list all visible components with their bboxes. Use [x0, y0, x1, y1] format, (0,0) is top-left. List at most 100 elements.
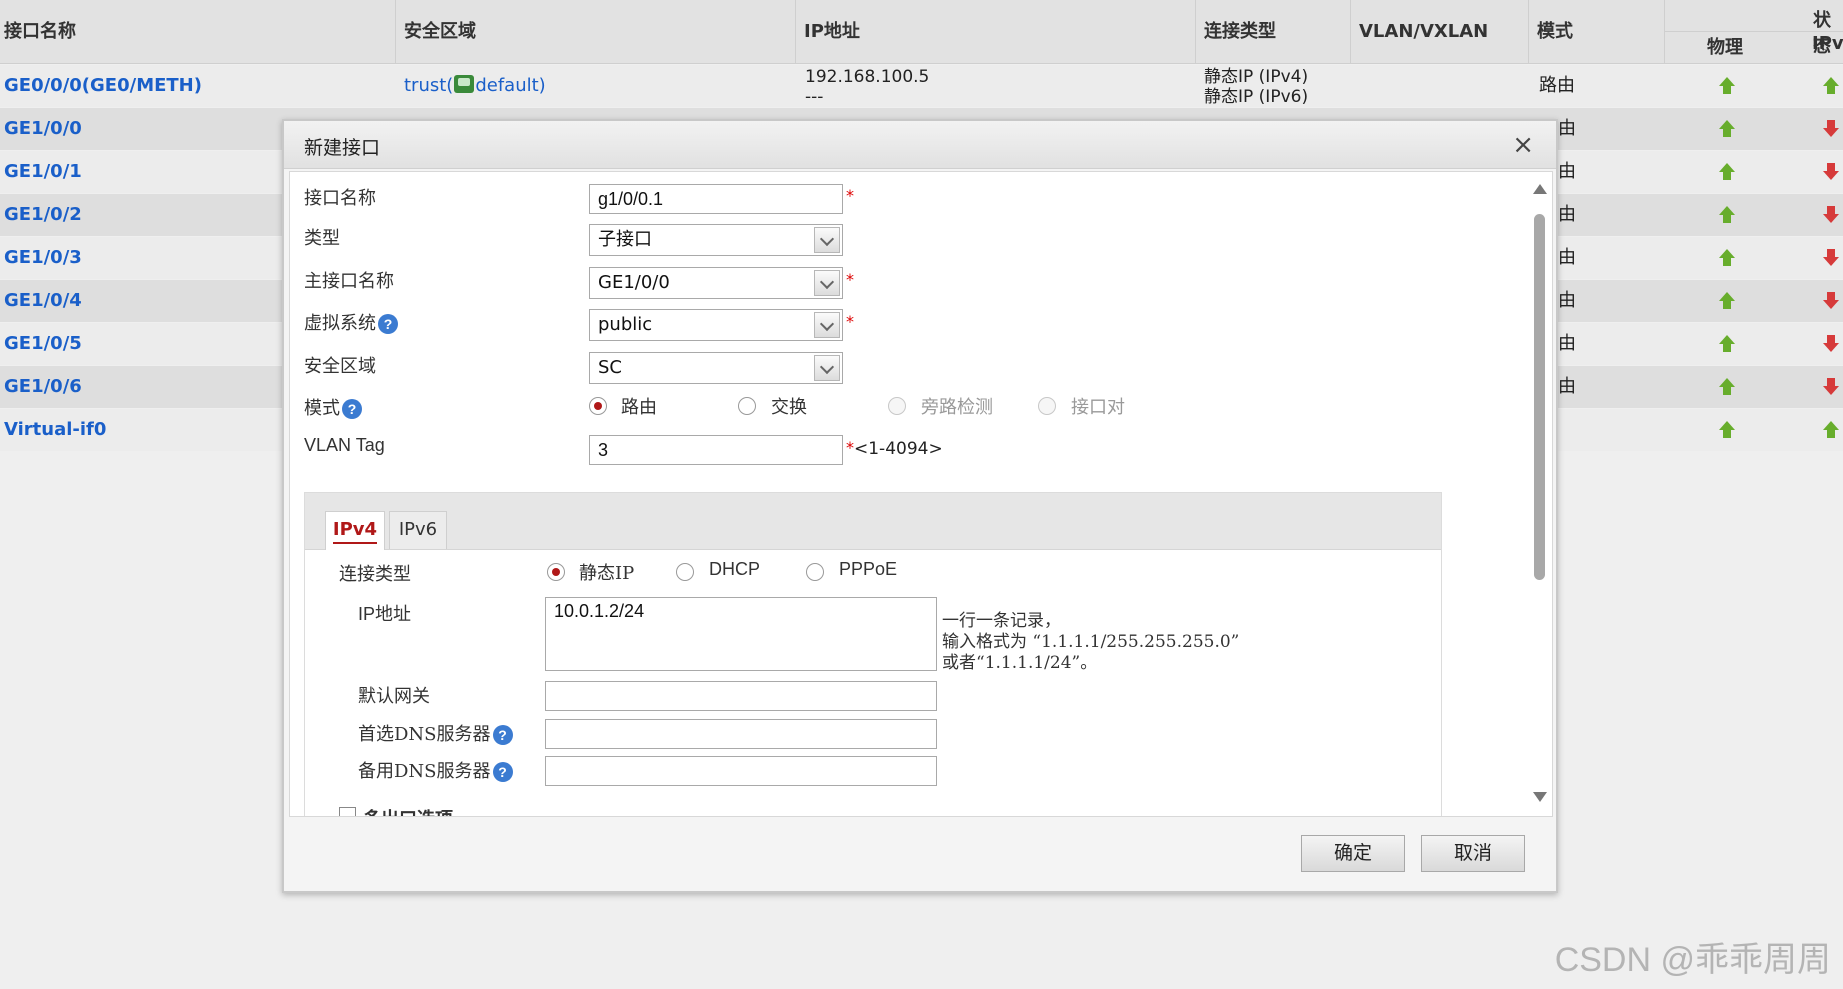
tab-ipv6[interactable]: IPv6 — [389, 511, 447, 549]
mode-route-label[interactable]: 路由 — [621, 393, 657, 419]
col-conn-header[interactable]: 连接类型 — [1195, 0, 1276, 63]
mode-bypass-label: 旁路检测 — [921, 397, 993, 418]
ipv4-down-icon — [1822, 206, 1840, 224]
new-interface-dialog: 新建接口 × 接口名称 g1/0/0.1 * 类型 子接口 主接口名称 GE1/… — [282, 119, 1558, 893]
secondary-dns-label: 备用DNS服务器? — [358, 757, 513, 783]
virtual-system-select[interactable]: public — [589, 309, 843, 341]
dialog-scrollbar[interactable] — [1531, 178, 1547, 810]
close-icon[interactable]: × — [1512, 130, 1534, 160]
col-ip-header[interactable]: IP地址 — [795, 0, 860, 63]
interface-name-link[interactable]: GE1/0/3 — [4, 237, 82, 279]
dialog-title: 新建接口 — [304, 137, 381, 159]
chevron-down-icon[interactable] — [814, 355, 840, 381]
ip-address-cell: 192.168.100.5 --- — [805, 67, 929, 107]
security-zone-select[interactable]: SC — [589, 352, 843, 384]
ipv4-down-icon — [1822, 120, 1840, 138]
conn-pppoe-label[interactable]: PPPoE — [839, 559, 897, 580]
interface-name-link[interactable]: GE0/0/0(GE0/METH) — [4, 65, 202, 107]
dialog-titlebar[interactable]: 新建接口 × — [284, 121, 1556, 169]
col-name-header[interactable]: 接口名称 — [4, 0, 76, 63]
chevron-down-icon[interactable] — [814, 270, 840, 296]
ip-address-textarea[interactable]: 10.0.1.2/24 — [545, 597, 937, 671]
interface-name-link[interactable]: GE1/0/5 — [4, 323, 82, 365]
virtual-system-label: 虚拟系统? — [304, 309, 398, 335]
csdn-watermark: CSDN @乖乖周周 — [1554, 941, 1831, 979]
col-vlan-header[interactable]: VLAN/VXLAN — [1350, 0, 1488, 63]
conn-static-label[interactable]: 静态IP — [579, 559, 634, 585]
interface-name-link[interactable]: GE1/0/0 — [4, 108, 82, 150]
scroll-thumb[interactable] — [1534, 214, 1545, 580]
interface-name-link[interactable]: GE1/0/2 — [4, 194, 82, 236]
multi-egress-checkbox[interactable] — [339, 807, 356, 816]
cancel-button[interactable]: 取消 — [1421, 835, 1525, 872]
conn-dhcp-radio[interactable] — [676, 563, 694, 581]
help-icon[interactable]: ? — [492, 725, 513, 745]
ipv4-down-icon — [1822, 292, 1840, 310]
multi-egress-label[interactable]: 多出口选项 — [363, 805, 453, 816]
ip-hint-line3: 或者“1.1.1.1/24”。 — [942, 653, 1098, 673]
ipv4-down-icon — [1822, 378, 1840, 396]
physical-up-icon — [1718, 421, 1736, 439]
mode-cell: 由 — [1558, 161, 1576, 182]
parent-interface-value: GE1/0/0 — [598, 272, 670, 293]
secondary-dns-input[interactable] — [545, 756, 937, 786]
type-label: 类型 — [304, 228, 340, 249]
parent-interface-label: 主接口名称 — [304, 271, 394, 292]
physical-up-icon — [1718, 206, 1736, 224]
required-mark: * — [846, 186, 854, 205]
interface-name-link[interactable]: GE1/0/6 — [4, 366, 82, 408]
tab-bar: IPv4 IPv6 — [305, 493, 1441, 550]
ip-hint-line1: 一行一条记录， — [942, 611, 1061, 631]
table-row[interactable]: GE0/0/0(GE0/METH) trust( default) 192.168.1… — [0, 65, 1843, 107]
scroll-down-icon[interactable] — [1533, 792, 1547, 802]
interface-name-input[interactable]: g1/0/0.1 — [589, 184, 843, 214]
physical-up-icon — [1718, 335, 1736, 353]
interface-name-link[interactable]: Virtual-if0 — [4, 409, 106, 451]
security-zone-cell[interactable]: trust( default) — [404, 75, 546, 96]
connection-type-label: 连接类型 — [339, 564, 411, 585]
default-gateway-label: 默认网关 — [358, 686, 430, 707]
type-select[interactable]: 子接口 — [589, 224, 843, 256]
physical-up-icon — [1718, 120, 1736, 138]
conn-dhcp-label[interactable]: DHCP — [709, 559, 760, 580]
mode-switch-label[interactable]: 交换 — [771, 393, 807, 419]
vsys-icon — [454, 75, 475, 93]
vsys-name-link[interactable]: default) — [475, 75, 545, 96]
mode-label-text: 模式 — [304, 398, 340, 419]
ipv4-down-icon — [1822, 163, 1840, 181]
ipv4-up-icon — [1822, 77, 1840, 95]
chevron-down-icon[interactable] — [814, 227, 840, 253]
help-icon[interactable]: ? — [342, 399, 362, 419]
col-zone-header[interactable]: 安全区域 — [395, 0, 476, 63]
mode-route-radio[interactable] — [589, 397, 607, 415]
col-ipv4-header: IPv4 — [1812, 33, 1843, 54]
default-gateway-input[interactable] — [545, 681, 937, 711]
mode-cell: 由 — [1558, 376, 1576, 397]
interface-name-link[interactable]: GE1/0/1 — [4, 151, 82, 193]
interface-name-link[interactable]: GE1/0/4 — [4, 280, 82, 322]
help-icon[interactable]: ? — [378, 314, 398, 334]
vlan-tag-input[interactable]: 3 — [589, 435, 843, 465]
help-icon[interactable]: ? — [492, 762, 513, 782]
primary-dns-label: 首选DNS服务器? — [358, 720, 513, 746]
col-mode-header[interactable]: 模式 — [1528, 0, 1573, 63]
physical-up-icon — [1718, 249, 1736, 267]
mode-pair-label: 接口对 — [1071, 397, 1125, 418]
required-mark: * — [846, 312, 854, 331]
tab-ipv4[interactable]: IPv4 — [325, 511, 385, 550]
parent-interface-select[interactable]: GE1/0/0 — [589, 267, 843, 299]
chevron-down-icon[interactable] — [814, 312, 840, 338]
mode-switch-radio[interactable] — [738, 397, 756, 415]
conn-line: 静态IP (IPv6) — [1204, 87, 1309, 107]
conn-pppoe-radio[interactable] — [806, 563, 824, 581]
primary-dns-input[interactable] — [545, 719, 937, 749]
interface-name-label: 接口名称 — [304, 188, 376, 209]
ok-button[interactable]: 确定 — [1301, 835, 1405, 872]
scroll-up-icon[interactable] — [1533, 184, 1547, 194]
required-mark: * — [846, 270, 854, 289]
virtual-system-value: public — [598, 314, 653, 335]
conn-static-radio[interactable] — [547, 563, 565, 581]
zone-name-link[interactable]: trust( — [404, 75, 453, 96]
ipv4-down-icon — [1822, 335, 1840, 353]
physical-up-icon — [1718, 292, 1736, 310]
